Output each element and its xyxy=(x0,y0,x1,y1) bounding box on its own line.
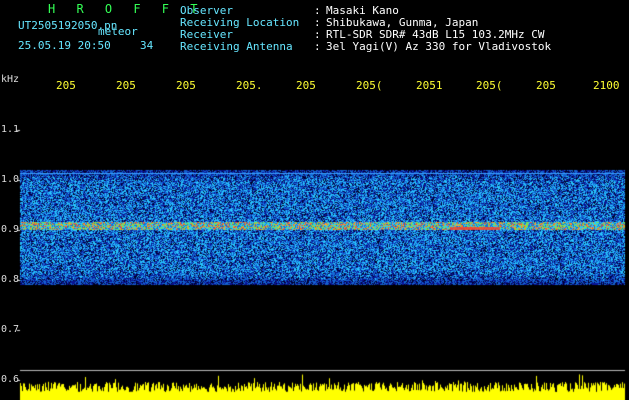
antenna-label: Receiving Antenna xyxy=(180,40,293,53)
freq-tick: 1.0 xyxy=(1,174,20,185)
time-tick: 205( xyxy=(356,79,383,92)
freq-unit-label: kHz xyxy=(1,74,20,85)
file-timestamp: 25.05.19 20:50 xyxy=(18,39,111,52)
freq-tick: 1.1 xyxy=(1,124,20,135)
time-tick: 205( xyxy=(476,79,503,92)
freq-tick: 0.6 xyxy=(1,374,20,385)
time-tick: 205 xyxy=(56,79,76,92)
spectrogram-canvas xyxy=(0,0,629,400)
hrofft-screen: H R O F F T UT2505192050.pn meteor 25.05… xyxy=(0,0,629,400)
time-tick: 205 xyxy=(536,79,556,92)
time-tick: 205 xyxy=(296,79,316,92)
antenna-value: 3el Yagi(V) Az 330 for Vladivostok xyxy=(326,40,552,53)
time-tick: 2100 xyxy=(593,79,620,92)
freq-tick: 0.8 xyxy=(1,274,20,285)
time-tick: 205 xyxy=(176,79,196,92)
time-tick: 205 xyxy=(116,79,136,92)
time-tick: 205. xyxy=(236,79,263,92)
separator: : xyxy=(314,40,321,53)
freq-tick: 0.7 xyxy=(1,324,20,335)
freq-tick: 0.9 xyxy=(1,224,20,235)
file-count: 34 xyxy=(140,39,154,52)
time-tick: 2051 xyxy=(416,79,443,92)
file-type-label: meteor xyxy=(98,25,138,38)
